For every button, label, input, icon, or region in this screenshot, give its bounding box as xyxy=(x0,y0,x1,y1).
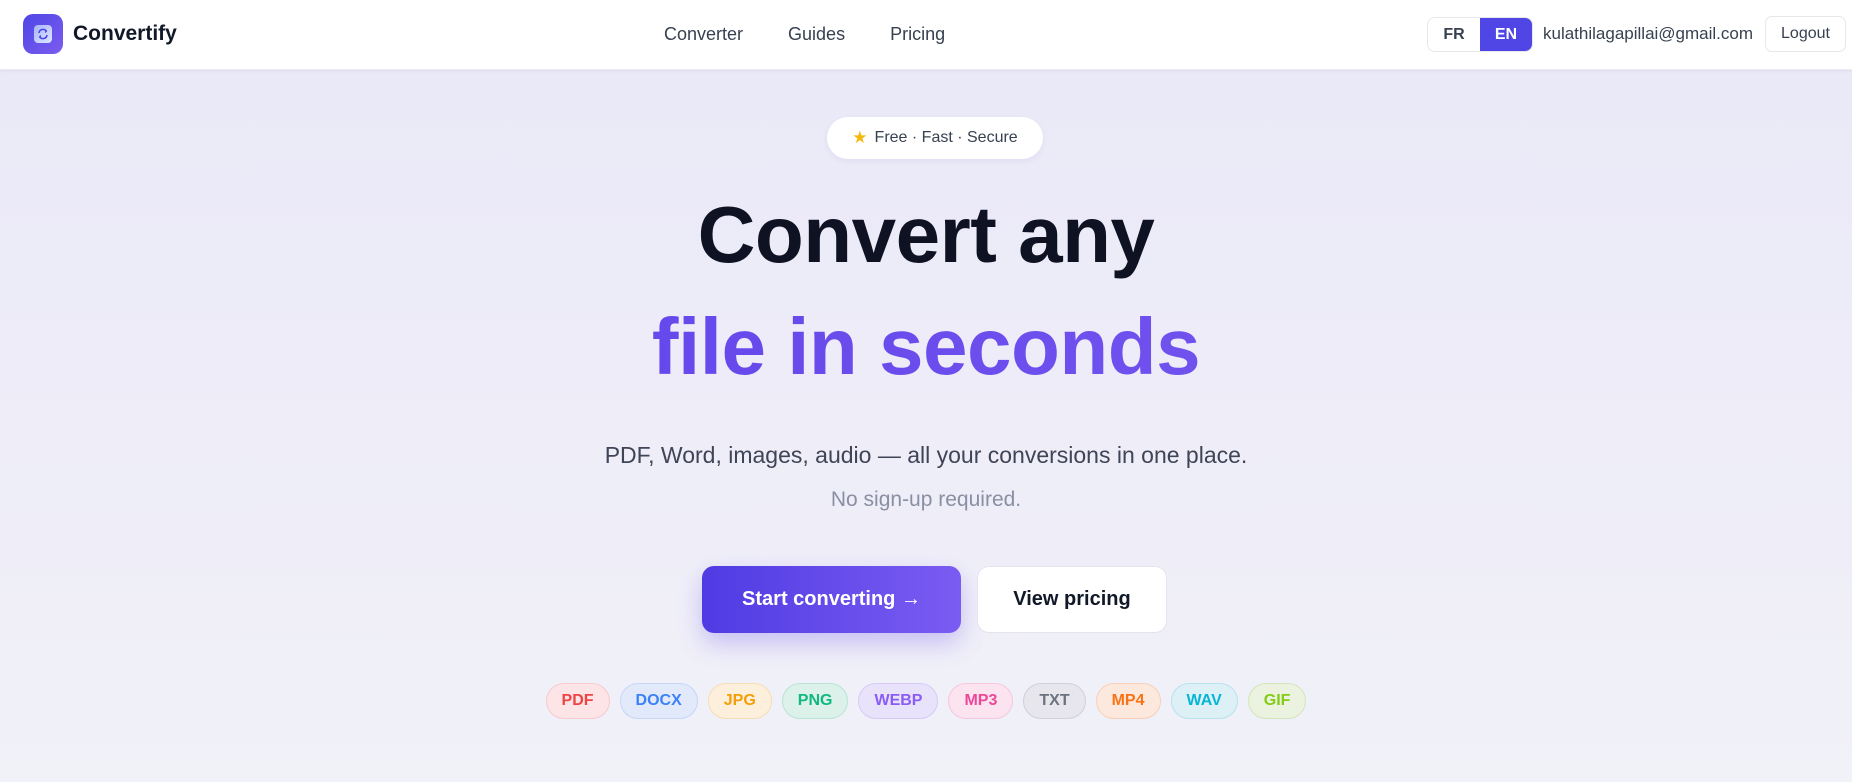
nav-link-pricing[interactable]: Pricing xyxy=(890,24,945,45)
hero-title-line2: file in seconds xyxy=(0,302,1852,392)
feature-badge: ★ Free · Fast · Secure xyxy=(827,117,1043,159)
hero-subtitle: PDF, Word, images, audio — all your conv… xyxy=(604,442,1248,468)
feature-badge-text: Free · Fast · Secure xyxy=(874,129,1018,146)
format-chip-jpg: JPG xyxy=(707,683,772,719)
lang-fr-button[interactable]: FR xyxy=(1428,18,1480,51)
brand-link[interactable]: Convertify xyxy=(23,14,177,54)
view-pricing-button[interactable]: View pricing xyxy=(977,566,1167,633)
format-chip-mp4: MP4 xyxy=(1095,683,1161,719)
user-email: kulathilagapillai@gmail.com xyxy=(1543,24,1754,43)
nav-link-guides[interactable]: Guides xyxy=(788,24,845,45)
format-chips: PDF DOCX JPG PNG WEBP MP3 TXT MP4 WAV GIF xyxy=(0,683,1852,719)
format-chip-png: PNG xyxy=(781,683,849,719)
lang-en-button[interactable]: EN xyxy=(1480,18,1532,51)
brand-name: Convertify xyxy=(73,22,177,45)
format-chip-docx: DOCX xyxy=(619,683,698,719)
start-converting-button[interactable]: Start converting → xyxy=(702,566,961,633)
hero-title-line1: Convert any xyxy=(697,190,1155,279)
hero-subnote: No sign-up required. xyxy=(830,488,1022,511)
convert-logo-icon xyxy=(23,14,63,54)
format-chip-webp: WEBP xyxy=(858,683,939,719)
format-chip-pdf: PDF xyxy=(545,683,610,719)
top-nav-bar: Convertify Converter Guides Pricing FR E… xyxy=(0,0,1852,70)
language-switcher: FR EN xyxy=(1427,17,1533,52)
nav-link-converter[interactable]: Converter xyxy=(664,24,743,45)
star-icon: ★ xyxy=(852,128,868,147)
format-chip-gif: GIF xyxy=(1247,683,1307,719)
format-chip-txt: TXT xyxy=(1023,683,1086,719)
format-chip-mp3: MP3 xyxy=(948,683,1014,719)
format-chip-wav: WAV xyxy=(1170,683,1238,719)
main-nav: Converter Guides Pricing xyxy=(664,0,945,68)
logout-button[interactable]: Logout xyxy=(1765,16,1846,52)
